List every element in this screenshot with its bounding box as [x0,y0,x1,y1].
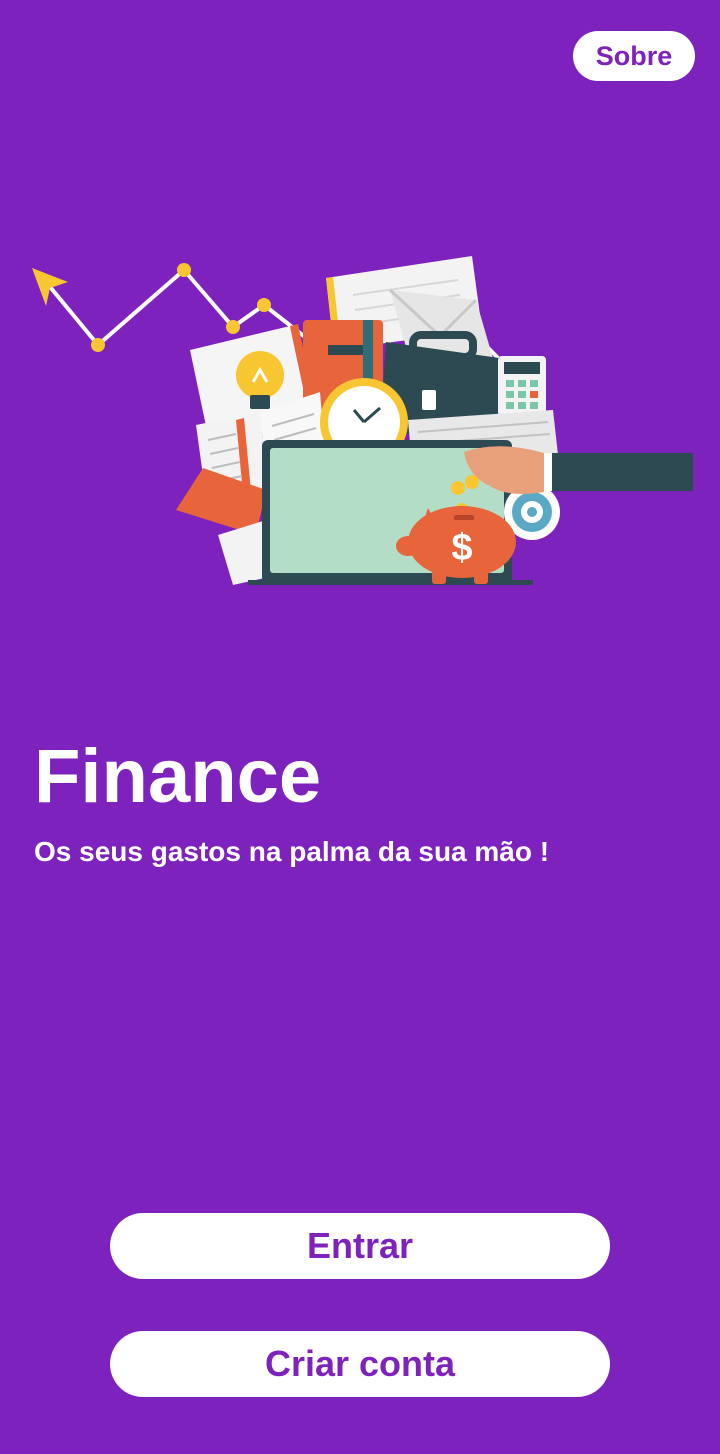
finance-illustration: $ [32,256,693,585]
svg-text:$: $ [451,527,472,569]
about-button[interactable]: Sobre [573,31,695,81]
calculator-icon [498,356,546,416]
hand-icon [464,446,693,494]
login-button[interactable]: Entrar [110,1213,610,1279]
app-title: Finance [34,734,322,819]
app-subtitle: Os seus gastos na palma da sua mão ! [34,836,550,867]
create-account-button[interactable]: Criar conta [110,1331,610,1397]
welcome-screen: Sobre $ Finance Os seus gastos na palma … [0,0,720,1454]
